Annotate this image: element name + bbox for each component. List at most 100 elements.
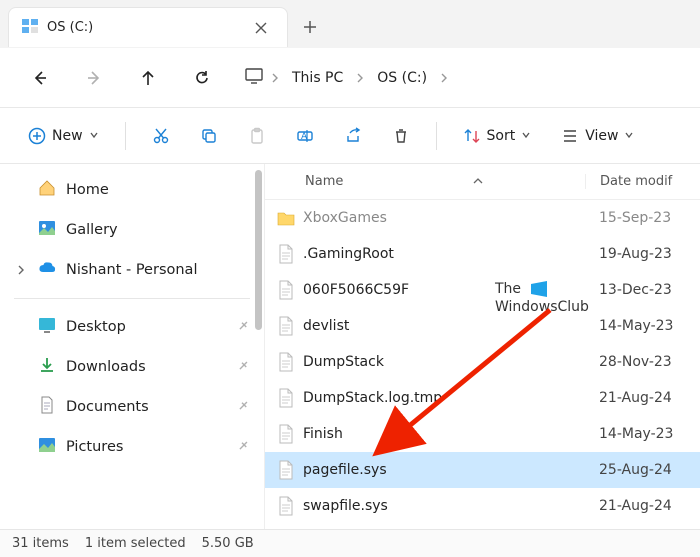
chevron-right-icon[interactable] (355, 68, 365, 87)
pin-icon (232, 397, 252, 417)
pin-icon (232, 317, 252, 337)
file-row[interactable]: DumpStack.log.tmp21-Aug-24 (265, 380, 700, 416)
separator (14, 298, 250, 299)
chevron-right-icon[interactable] (439, 68, 449, 87)
sidebar-item-label: Nishant - Personal (66, 262, 197, 278)
back-button[interactable] (20, 58, 60, 98)
file-icon (265, 244, 299, 264)
sidebar-item-gallery[interactable]: Gallery (0, 210, 264, 250)
paste-button[interactable] (238, 118, 276, 154)
file-row[interactable]: swapfile.sys21-Aug-24 (265, 488, 700, 524)
monitor-icon (244, 66, 264, 90)
column-name-label: Name (305, 174, 343, 189)
column-header-date[interactable]: Date modif (585, 174, 700, 189)
sidebar-item-pictures[interactable]: Pictures (0, 427, 264, 467)
nav-address-bar: This PC OS (C:) (0, 48, 700, 108)
scissors-icon (152, 127, 170, 145)
trash-icon (392, 127, 410, 145)
forward-button[interactable] (74, 58, 114, 98)
cloud-icon (38, 259, 56, 281)
file-row[interactable]: .GamingRoot19-Aug-23 (265, 236, 700, 272)
sidebar-item-label: Documents (66, 399, 149, 415)
sidebar-item-label: Gallery (66, 222, 118, 238)
view-label: View (585, 128, 618, 144)
chevron-down-icon (89, 128, 99, 144)
file-row[interactable]: pagefile.sys25-Aug-24 (265, 452, 700, 488)
delete-button[interactable] (382, 118, 420, 154)
refresh-button[interactable] (182, 58, 222, 98)
sidebar-item-downloads[interactable]: Downloads (0, 347, 264, 387)
file-name: Finish (299, 426, 585, 442)
rename-button[interactable]: A (286, 118, 324, 154)
sidebar-item-label: Home (66, 182, 109, 198)
view-button[interactable]: View (551, 118, 644, 154)
clipboard-icon (248, 127, 266, 145)
close-tab-button[interactable] (247, 14, 275, 42)
folder-icon (265, 210, 299, 226)
file-name: swapfile.sys (299, 498, 585, 514)
chevron-right-icon[interactable] (270, 68, 280, 87)
column-date-label: Date modif (600, 174, 672, 189)
new-button[interactable]: New (18, 118, 109, 154)
sidebar-item-onedrive[interactable]: Nishant - Personal (0, 250, 264, 290)
file-row[interactable]: XboxGames15-Sep-23 (265, 200, 700, 236)
chevron-right-icon[interactable] (12, 261, 30, 279)
home-icon (38, 179, 56, 201)
windows-flag-icon (530, 280, 548, 298)
column-header-row: Name Date modif (265, 164, 700, 200)
file-icon (265, 316, 299, 336)
chevron-down-icon (521, 128, 531, 144)
file-row[interactable]: DumpStack28-Nov-23 (265, 344, 700, 380)
crumb-drive[interactable]: OS (C:) (371, 66, 433, 90)
sort-icon (463, 127, 481, 145)
watermark: The WindowsClub (495, 280, 589, 316)
pin-icon (232, 437, 252, 457)
file-icon (265, 424, 299, 444)
sort-label: Sort (487, 128, 516, 144)
file-date: 13-Dec-23 (585, 282, 700, 298)
file-date: 15-Sep-23 (585, 210, 700, 226)
file-name: pagefile.sys (299, 462, 585, 478)
share-button[interactable] (334, 118, 372, 154)
file-row[interactable]: 060F5066C59F13-Dec-23 (265, 272, 700, 308)
file-date: 14-May-23 (585, 318, 700, 334)
toolbar: New A Sort View (0, 108, 700, 164)
status-bar: 31 items 1 item selected 5.50 GB (0, 529, 700, 557)
file-date: 21-Aug-24 (585, 390, 700, 406)
file-name: DumpStack (299, 354, 585, 370)
new-tab-button[interactable] (292, 9, 328, 45)
crumb-this-pc[interactable]: This PC (286, 66, 349, 90)
file-icon (265, 460, 299, 480)
sidebar-scrollbar[interactable] (255, 170, 262, 330)
file-list[interactable]: XboxGames15-Sep-23.GamingRoot19-Aug-2306… (265, 200, 700, 529)
status-size: 5.50 GB (202, 536, 254, 551)
cut-button[interactable] (142, 118, 180, 154)
up-button[interactable] (128, 58, 168, 98)
sort-button[interactable]: Sort (453, 118, 542, 154)
list-icon (561, 127, 579, 145)
new-label: New (52, 128, 83, 144)
column-header-name[interactable]: Name (265, 174, 585, 189)
file-icon (265, 352, 299, 372)
sidebar-item-home[interactable]: Home (0, 170, 264, 210)
file-date: 14-May-23 (585, 426, 700, 442)
file-row[interactable]: Finish14-May-23 (265, 416, 700, 452)
content-pane: Name Date modif XboxGames15-Sep-23.Gamin… (265, 164, 700, 529)
file-icon (265, 496, 299, 516)
file-icon (265, 280, 299, 300)
copy-button[interactable] (190, 118, 228, 154)
breadcrumb[interactable]: This PC OS (C:) (244, 66, 449, 90)
tab-title: OS (C:) (47, 20, 239, 35)
file-name: XboxGames (299, 210, 585, 226)
drive-icon (21, 17, 39, 39)
sidebar-item-documents[interactable]: Documents (0, 387, 264, 427)
separator (125, 122, 126, 150)
tab[interactable]: OS (C:) (8, 7, 288, 47)
file-row[interactable]: devlist14-May-23 (265, 308, 700, 344)
rename-icon: A (296, 127, 314, 145)
file-icon (265, 388, 299, 408)
tab-strip: OS (C:) (0, 0, 700, 48)
sidebar-item-desktop[interactable]: Desktop (0, 307, 264, 347)
file-date: 28-Nov-23 (585, 354, 700, 370)
document-icon (38, 396, 56, 418)
